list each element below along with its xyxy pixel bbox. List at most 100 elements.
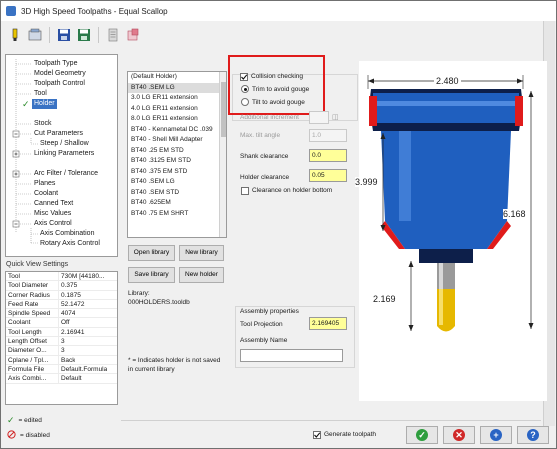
- notes-icon[interactable]: [105, 27, 121, 43]
- qv-value: 3: [61, 347, 65, 355]
- tool-projection-input[interactable]: 2.169405: [309, 317, 347, 330]
- list-item-selected[interactable]: BT40 .SEM LG: [128, 82, 226, 93]
- plus-icon: +: [490, 429, 502, 441]
- red-highlight-box: [228, 55, 325, 115]
- max-tilt-label: Max. tilt angle: [240, 132, 281, 139]
- clearance-bottom-label: Clearance on holder bottom: [252, 187, 333, 194]
- save-library-button[interactable]: Save library: [128, 267, 175, 283]
- table-row: Diameter O... 3: [6, 346, 117, 356]
- table-row: Axis Combi... Default: [6, 374, 117, 384]
- table-row: Tool Length 2.16941: [6, 327, 117, 338]
- tree-item-toolpath-control[interactable]: Toolpath Control: [34, 79, 85, 89]
- qv-value: 730M [44180...: [61, 273, 105, 280]
- list-item[interactable]: 8.0 LG ER11 extension: [128, 114, 226, 125]
- list-item[interactable]: BT40 .375 EM STD: [128, 167, 226, 178]
- tree-item-stock[interactable]: Stock: [34, 119, 52, 129]
- list-item[interactable]: BT40 - Shell Mill Adapter: [128, 135, 226, 146]
- table-row: Formula File Default.Formula: [6, 364, 117, 375]
- holder-clearance-label: Holder clearance: [240, 174, 290, 181]
- list-item[interactable]: BT40 .25 EM STD: [128, 146, 226, 157]
- save-icon[interactable]: [56, 27, 72, 43]
- qv-key: Feed Rate: [6, 299, 59, 309]
- ok-button[interactable]: ✓: [406, 426, 438, 444]
- tree-item-cut-parameters[interactable]: Cut Parameters: [34, 129, 83, 139]
- clearance-bottom-checkbox[interactable]: [241, 187, 249, 195]
- save-as-icon[interactable]: [76, 27, 92, 43]
- list-item[interactable]: (Default Holder): [128, 72, 226, 83]
- new-library-button[interactable]: New library: [179, 245, 224, 261]
- cancel-button[interactable]: ✕: [443, 426, 475, 444]
- tree-item-linking-parameters[interactable]: Linking Parameters: [34, 149, 94, 159]
- view-icon[interactable]: [27, 27, 43, 43]
- additional-increment-field: [309, 111, 329, 124]
- list-item[interactable]: 4.0 LG ER11 extension: [128, 104, 226, 115]
- list-item[interactable]: BT40 .3125 EM STD: [128, 156, 226, 167]
- apply-button[interactable]: +: [480, 426, 512, 444]
- disabled-icon: [7, 430, 16, 441]
- qv-value: Default.Formula: [61, 365, 108, 373]
- tree-item-planes[interactable]: Planes: [34, 179, 55, 189]
- table-row: Length Offset 3: [6, 337, 117, 347]
- list-item[interactable]: BT40 .SEM STD: [128, 188, 226, 199]
- qv-key: Length Offset: [6, 337, 59, 346]
- qv-value: 0.1875: [61, 291, 81, 299]
- assembly-name-input[interactable]: [240, 349, 343, 362]
- list-item[interactable]: 3.0 LG ER11 extension: [128, 93, 226, 104]
- holder-list-scrollbar[interactable]: [219, 72, 226, 237]
- footer-divider: [121, 420, 541, 421]
- list-item[interactable]: BT40 - Kennametal DC .039: [128, 125, 226, 136]
- reset-icon[interactable]: [125, 27, 141, 43]
- highlighter-icon[interactable]: [7, 27, 23, 43]
- generate-toolpath-label: Generate toolpath: [324, 431, 377, 438]
- qv-key: Coolant: [6, 318, 59, 327]
- qv-value: Off: [61, 319, 70, 327]
- qv-key: Cplane / Tpl...: [6, 355, 59, 364]
- qv-value: 0.375: [61, 282, 78, 290]
- table-row: Tool 730M [44180...: [6, 272, 117, 282]
- tree-item-model-geometry[interactable]: Model Geometry: [34, 69, 86, 79]
- list-item[interactable]: BT40 .75 EM SHRT: [128, 209, 226, 220]
- shank-clearance-input[interactable]: 0.0: [309, 149, 347, 162]
- qv-key: Spindle Speed: [6, 309, 59, 318]
- note-line-1: * = Indicates holder is not saved: [128, 357, 221, 364]
- tree-item-rotary-axis-control[interactable]: Rotary Axis Control: [40, 239, 100, 249]
- tool-projection-label: Tool Projection: [240, 321, 283, 328]
- generate-toolpath-checkbox[interactable]: [313, 431, 321, 439]
- qv-key: Diameter O...: [6, 346, 59, 355]
- list-item[interactable]: BT40 .625EM: [128, 198, 226, 209]
- assembly-title: Assembly properties: [240, 308, 299, 315]
- tree-item-canned-text[interactable]: Canned Text: [34, 199, 73, 209]
- tree-item-misc-values[interactable]: Misc Values: [34, 209, 71, 219]
- new-holder-button[interactable]: New holder: [179, 267, 224, 283]
- dim-left-label: 3.999: [355, 177, 378, 187]
- qv-value: Default: [61, 375, 82, 383]
- qv-value: 52.1472: [61, 300, 85, 308]
- tree-item-axis-control[interactable]: Axis Control: [34, 219, 72, 229]
- holder-clearance-input[interactable]: 0.05: [309, 169, 347, 182]
- legend-disabled-label: = disabled: [20, 432, 50, 439]
- window-title: 3D High Speed Toolpaths - Equal Scallop: [21, 6, 168, 16]
- legend-edited-label: = edited: [18, 417, 42, 424]
- qv-key: Corner Radius: [6, 290, 59, 299]
- tree-item-arc-filter[interactable]: Arc Filter / Tolerance: [34, 169, 98, 179]
- tree-item-tool[interactable]: Tool: [34, 89, 47, 99]
- tree-item-steep-shallow[interactable]: Steep / Shallow: [40, 139, 89, 149]
- help-button[interactable]: ?: [517, 426, 549, 444]
- scrollbar-thumb[interactable]: [221, 82, 226, 137]
- holder-preview-panel: 2.480 3.999 6.168 2.169: [355, 61, 547, 401]
- tree-item-coolant[interactable]: Coolant: [34, 189, 58, 199]
- quick-view-title: Quick View Settings: [6, 261, 69, 268]
- table-row: Feed Rate 52.1472: [6, 299, 117, 310]
- holder-list[interactable]: (Default Holder) BT40 .SEM LG 3.0 LG ER1…: [127, 71, 227, 238]
- checkmark-icon: [314, 432, 321, 438]
- dim-right-label: 6.168: [503, 209, 526, 219]
- open-library-button[interactable]: Open library: [128, 245, 175, 261]
- tree-item-toolpath-type[interactable]: Toolpath Type: [34, 59, 77, 69]
- assembly-name-label: Assembly Name: [240, 337, 288, 344]
- tree-item-axis-combination[interactable]: Axis Combination: [40, 229, 94, 239]
- qv-key: Formula File: [6, 364, 59, 374]
- tree-item-holder[interactable]: Holder: [32, 99, 57, 109]
- legend-disabled: = disabled: [7, 430, 50, 441]
- list-item[interactable]: BT40 .SEM LG: [128, 177, 226, 188]
- table-row: Coolant Off: [6, 318, 117, 328]
